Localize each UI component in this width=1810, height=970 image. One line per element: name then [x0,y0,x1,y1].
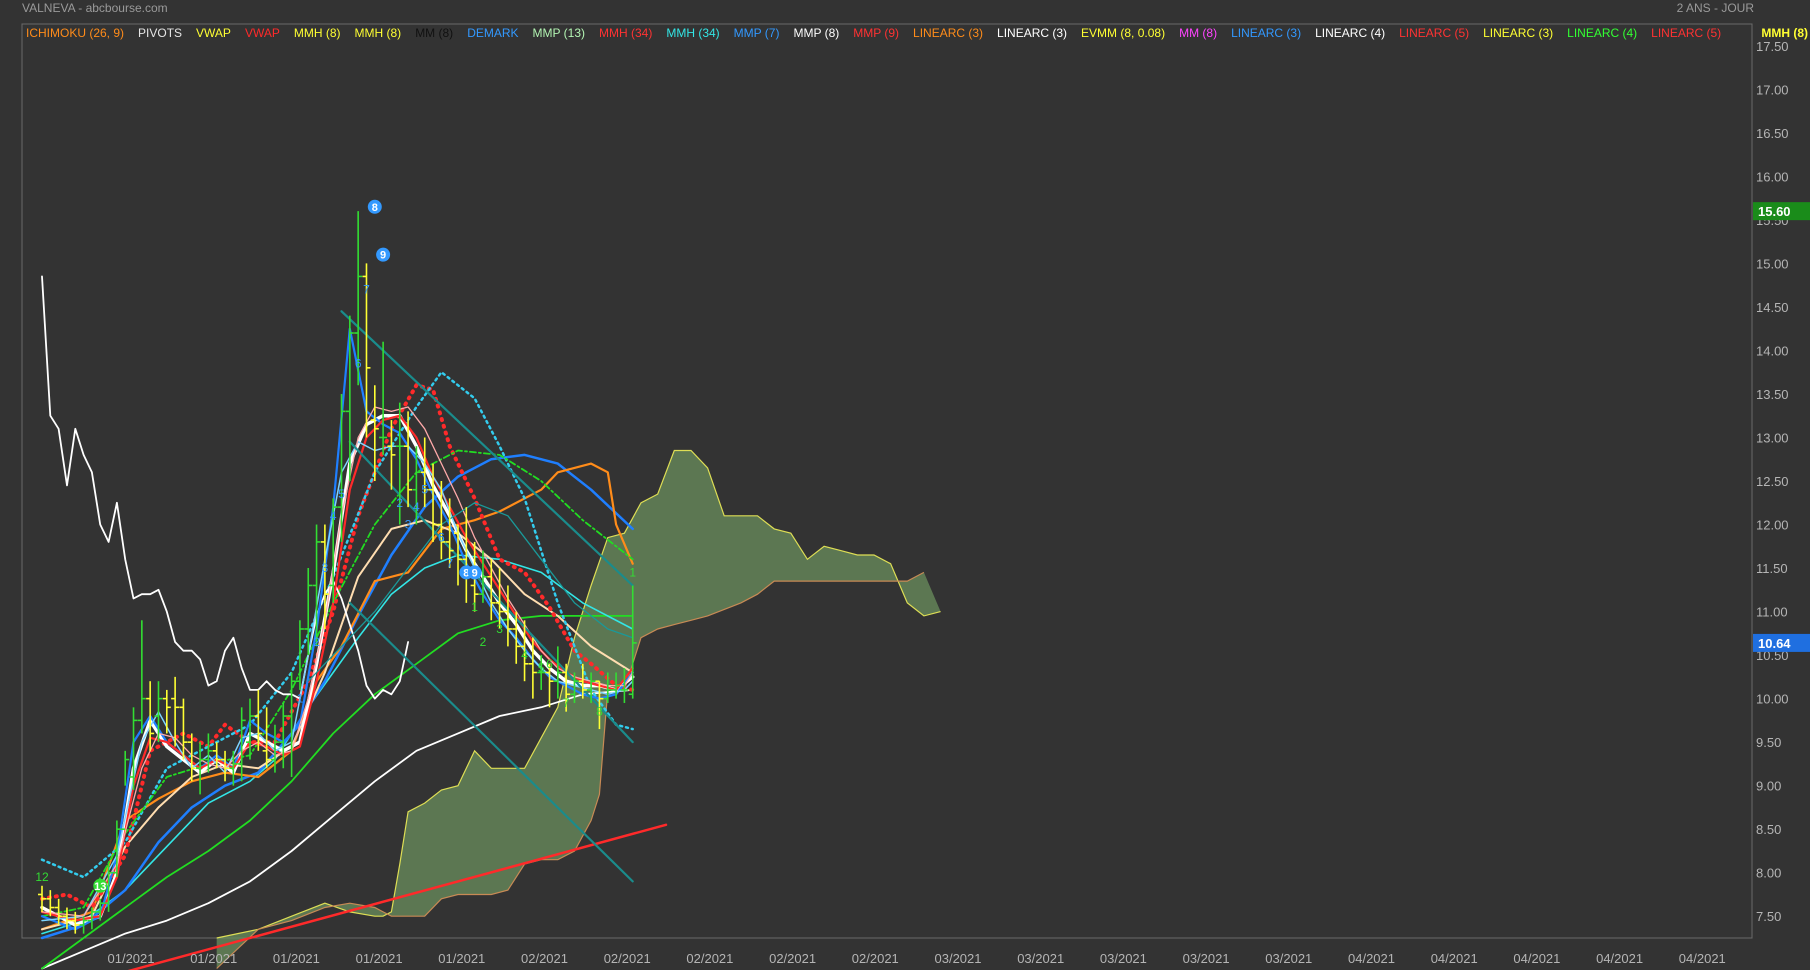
x-tick-label: 04/2021 [1596,951,1643,966]
td-count-label: 4 [330,509,337,523]
ohlc-bar [212,742,221,769]
td-count-label: 6 [355,356,362,370]
x-tick-label: 01/2021 [190,951,237,966]
ohlc-bar [146,681,155,751]
price-chart[interactable]: 12131234567892345678 912345 6781 17.5017.0… [0,0,1810,970]
x-tick-label: 04/2021 [1348,951,1395,966]
td-count-label: 6 [546,657,553,671]
td-count-label: 3 [405,518,412,532]
td-count-label: 4 [521,648,528,662]
y-tick-label: 11.00 [1756,605,1788,620]
y-tick-label: 13.50 [1756,387,1789,402]
y-tick-label: 17.50 [1756,39,1789,54]
price-tag-label: 15.60 [1758,204,1791,219]
y-tick-label: 8.00 [1756,866,1781,881]
td-count-label: 2 [313,635,320,649]
ohlc-bar [379,341,388,455]
td-count-label: 5 [421,483,428,497]
x-tick-label: 03/2021 [935,951,982,966]
x-tick-label: 02/2021 [686,951,733,966]
td-count-label: 2 [480,635,487,649]
x-tick-label: 04/2021 [1513,951,1560,966]
td-count-label: 8 [372,202,378,214]
td-count-label: 1 [629,565,636,579]
y-tick-label: 16.00 [1756,169,1789,184]
td-count-label: 6 [438,531,445,545]
td-count-label: 7 [563,696,570,710]
td-count-label: 3 [496,622,503,636]
x-tick-label: 03/2021 [1017,951,1064,966]
x-tick-label: 02/2021 [769,951,816,966]
indicator-line [41,275,410,700]
x-tick-label: 04/2021 [1679,951,1726,966]
x-tick-label: 03/2021 [1183,951,1230,966]
x-tick-label: 02/2021 [852,951,899,966]
x-tick-label: 02/2021 [604,951,651,966]
x-tick-label: 01/2021 [356,951,403,966]
ohlc-bar [137,620,146,734]
y-tick-label: 11.50 [1756,561,1788,576]
indicator-lines [40,275,668,970]
y-tick-label: 10.00 [1756,692,1789,707]
ohlc-bar [262,707,271,769]
td-count-label: 5 [538,661,545,675]
x-tick-label: 01/2021 [273,951,320,966]
x-tick-label: 04/2021 [1431,951,1478,966]
y-tick-label: 17.00 [1756,82,1789,97]
td-count-label: 13 [94,881,106,893]
td-count-label: 7 [363,282,370,296]
x-tick-label: 03/2021 [1100,951,1147,966]
td-count-label: 12 [35,870,49,884]
y-tick-label: 14.50 [1756,300,1789,315]
td-count-label: 9 [472,567,478,579]
y-tick-label: 16.50 [1756,126,1789,141]
y-tick-label: 15.00 [1756,256,1789,271]
indicator-line [40,453,634,940]
price-tag-label: 10.64 [1758,636,1791,651]
td-count-label: 1 [471,600,478,614]
y-tick-label: 9.00 [1756,779,1781,794]
td-count-label: 1 [297,692,304,706]
y-tick-label: 8.50 [1756,822,1781,837]
x-tick-label: 01/2021 [108,951,155,966]
y-tick-label: 12.00 [1756,518,1789,533]
td-count-label: 3 [322,561,329,575]
y-tick-label: 7.50 [1756,909,1781,924]
td-count-label: 4 [413,500,420,514]
plot-frame [21,23,1753,939]
y-tick-label: 9.50 [1756,735,1781,750]
y-tick-label: 14.00 [1756,343,1789,358]
td-count-label: 2 [396,496,403,510]
x-tick-label: 03/2021 [1265,951,1312,966]
td-count-label: 8 [596,705,603,719]
td-count-label: 5 [338,487,345,501]
x-tick-label: 02/2021 [521,951,568,966]
td-count-label: 9 [380,250,386,262]
y-tick-label: 12.50 [1756,474,1789,489]
y-axis: 17.5017.0016.5016.0015.5015.0014.5014.00… [1756,39,1789,924]
x-tick-label: 01/2021 [438,951,485,966]
x-axis: 01/2021 01/2021 01/2021 01/2021 01/2021 02/20… [108,951,1726,966]
y-tick-label: 13.00 [1756,430,1789,445]
td-count-label: 7 [446,557,453,571]
ohlc-bar [162,689,171,734]
